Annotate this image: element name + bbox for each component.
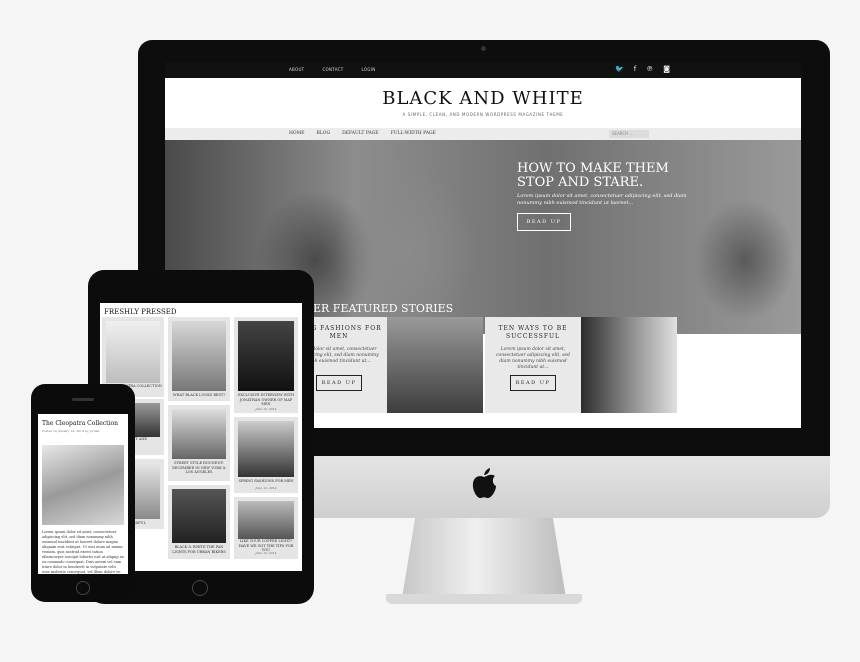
freshly-pressed-heading: FRESHLY PRESSED	[104, 308, 177, 316]
post-tile-caption: STREET STYLE ROUNDUP: DECEMBER IN NEW YO…	[172, 461, 226, 474]
post-image	[42, 445, 124, 525]
post-tile-date: June 12, 2014	[255, 551, 277, 555]
nav-item-full-width-page[interactable]: FULL-WIDTH PAGE	[391, 131, 436, 136]
main-nav: HOME BLOG DEFAULT PAGE FULL-WIDTH PAGE S…	[165, 128, 801, 140]
hero-read-up-button[interactable]: READ UP	[517, 213, 571, 231]
post-tile[interactable]: SPRING FASHIONS FOR MEN June 12, 2014	[234, 417, 298, 493]
hero-title[interactable]: HOW TO MAKE THEM STOP AND STARE.	[517, 162, 687, 190]
card-photo[interactable]	[387, 317, 483, 413]
featured-stories-heading: ER FEATURED STORIES	[313, 302, 454, 315]
featured-card: TEN WAYS TO BE SUCCESSFUL Lorem ipsum do…	[485, 317, 581, 413]
imac-foot	[386, 594, 582, 604]
top-link-contact[interactable]: CONTACT	[322, 67, 343, 72]
card-read-up-button[interactable]: READ UP	[510, 375, 556, 391]
post-tile[interactable]: EXCLUSIVE INTERVIEW WITH JONATHAN OWNER …	[234, 317, 298, 413]
post-tile[interactable]: LIKE YOUR COFFEE LIGHT? HAVE WE GOT THE …	[234, 497, 298, 559]
card-read-up-button[interactable]: READ UP	[316, 375, 362, 391]
top-link-login[interactable]: LOGIN	[362, 67, 376, 72]
post-title[interactable]: The Cleopatra Collection	[42, 420, 118, 427]
top-links: ABOUT CONTACT LOGIN	[289, 67, 376, 72]
social-icons: 🐦 f ℗ ◙	[615, 65, 670, 73]
card-title[interactable]: TEN WAYS TO BE SUCCESSFUL	[485, 325, 581, 341]
post-tile-date: June 12, 2014	[255, 407, 277, 411]
facebook-icon[interactable]: f	[634, 65, 636, 73]
post-tile-date: June 12, 2014	[255, 486, 277, 490]
phone-speaker	[72, 398, 94, 401]
phone-home-button[interactable]	[76, 581, 90, 595]
search-input[interactable]: SEARCH ...	[609, 130, 649, 138]
post-tile[interactable]: WHAT BLACK LOOKS BEST?	[168, 317, 230, 401]
post-tile-caption: SPRING FASHIONS FOR MEN	[238, 479, 294, 483]
post-tile[interactable]: STREET STYLE ROUNDUP: DECEMBER IN NEW YO…	[168, 405, 230, 481]
post-body: Lorem ipsum dolor sit amet, consectetuer…	[42, 530, 124, 574]
top-bar: ABOUT CONTACT LOGIN 🐦 f ℗ ◙	[165, 62, 801, 78]
card-excerpt: Lorem ipsum dolor sit amet, consectetuer…	[496, 347, 570, 370]
site-title[interactable]: BLACK AND WHITE	[165, 88, 801, 109]
top-link-about[interactable]: ABOUT	[289, 67, 304, 72]
nav-item-blog[interactable]: BLOG	[317, 131, 331, 136]
hero-excerpt: Lorem ipsum dolor sit amet, consectetuer…	[517, 193, 687, 206]
nav-items: HOME BLOG DEFAULT PAGE FULL-WIDTH PAGE	[289, 131, 436, 136]
post-tile-caption: EXCLUSIVE INTERVIEW WITH JONATHAN OWNER …	[237, 393, 295, 406]
nav-item-default-page[interactable]: DEFAULT PAGE	[342, 131, 378, 136]
post-tile-caption: WHAT BLACK LOOKS BEST?	[172, 393, 226, 397]
site-tagline: A SIMPLE, CLEAN, AND MODERN WORDPRESS MA…	[402, 112, 564, 117]
pinterest-icon[interactable]: ℗	[646, 65, 653, 73]
apple-logo-icon	[472, 468, 496, 499]
imac-stand	[402, 518, 566, 598]
twitter-icon[interactable]: 🐦	[615, 65, 624, 73]
instagram-icon[interactable]: ◙	[663, 65, 670, 73]
nav-item-home[interactable]: HOME	[289, 131, 305, 136]
post-tile-caption: BLACK & WHITE THE FAN LIGHTS FOR URBAN B…	[172, 545, 226, 554]
tablet-home-button[interactable]	[192, 580, 208, 596]
post-tile[interactable]: BLACK & WHITE THE FAN LIGHTS FOR URBAN B…	[168, 485, 230, 559]
card-photo[interactable]	[581, 317, 677, 413]
camera-icon	[481, 46, 486, 51]
phone-screen: The Cleopatra Collection Posted on Janua…	[38, 414, 128, 574]
post-meta: Posted on January 14, 2014 by Jordan	[42, 429, 100, 433]
